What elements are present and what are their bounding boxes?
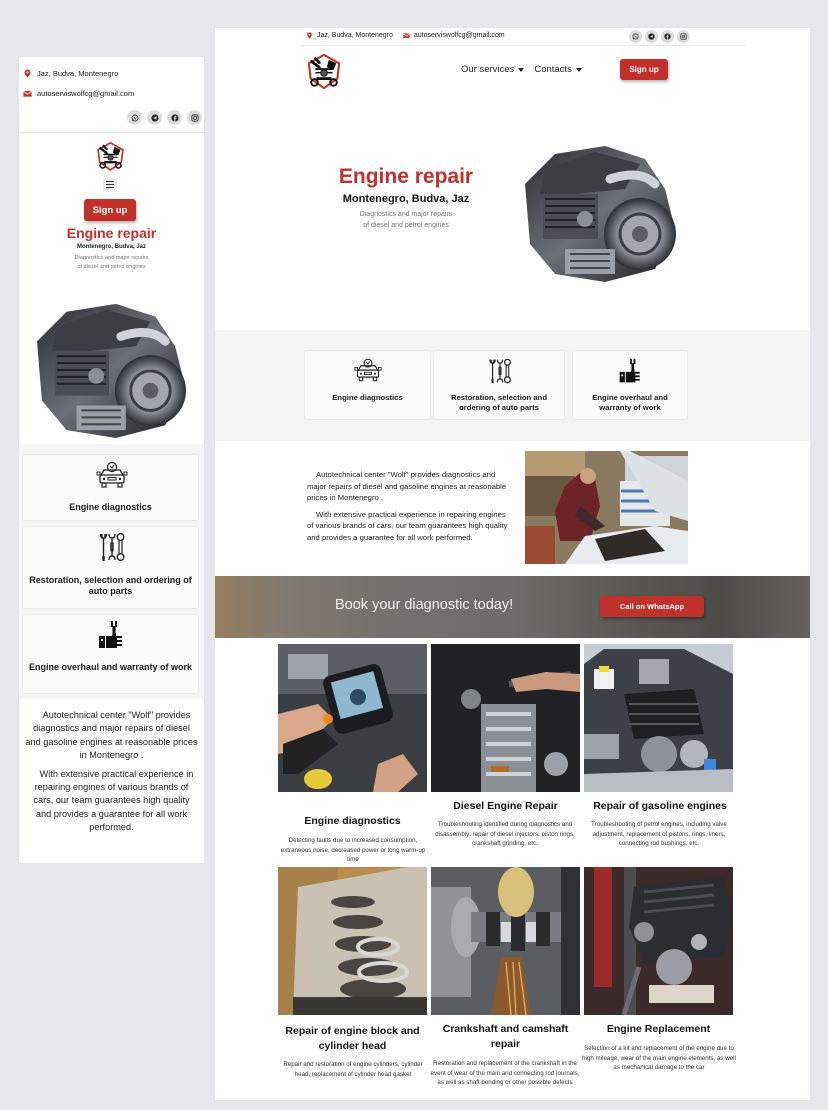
about-text: Autotechnical center "Wolf" provides dia… xyxy=(25,709,198,840)
service-description: Selection of a kit and replacement of th… xyxy=(582,1045,736,1071)
feature-card[interactable]: Engine overhaul and warranty of work xyxy=(572,350,688,420)
service-title: Repair of gasoline engines xyxy=(593,800,727,812)
contact-address: Jaz, Budva, Montenegro xyxy=(306,32,393,39)
service-image-crankshaft xyxy=(431,867,580,1015)
instagram-icon xyxy=(191,114,199,122)
service-description: Troubleshooting identified during diagno… xyxy=(435,821,575,847)
location-pin-icon xyxy=(306,32,313,39)
mail-icon xyxy=(403,32,410,39)
service-description: Troubleshooting of petrol engines, inclu… xyxy=(591,821,727,847)
caret-down-icon xyxy=(575,67,582,72)
service-description: Restoration and replacement of the crank… xyxy=(430,1060,580,1086)
contact-address: Jaz, Budva, Montenegro xyxy=(19,69,118,78)
signup-button[interactable]: Sign up xyxy=(84,199,136,221)
thumbs-up-wrench-icon xyxy=(96,620,128,650)
service-image-diagnostics xyxy=(278,644,427,792)
instagram-link[interactable] xyxy=(677,30,690,43)
contact-email[interactable]: autoserviswolfcg@gmail.com xyxy=(19,89,134,98)
engine-image xyxy=(36,303,186,439)
whatsapp-link[interactable] xyxy=(127,110,142,125)
feature-label: Engine diagnostics xyxy=(332,393,403,402)
hero-subtitle: Montenegro, Budva, Jaz xyxy=(342,193,470,205)
main-nav: Our services Contacts xyxy=(461,64,582,75)
service-title: Crankshaft and camshaft repair xyxy=(442,1023,569,1050)
service-image-engine-block xyxy=(278,867,427,1015)
whatsapp-icon xyxy=(131,114,139,122)
wolf-logo[interactable] xyxy=(305,52,343,90)
call-whatsapp-button[interactable]: Call on WhatsApp xyxy=(600,596,704,617)
facebook-link[interactable] xyxy=(167,110,182,125)
mobile-preview: Jaz, Budva, Montenegro autoserviswolfcg@… xyxy=(19,57,204,863)
feature-label: Engine diagnostics xyxy=(69,502,152,512)
service-title: Engine Replacement xyxy=(606,1023,711,1035)
wolf-logo[interactable] xyxy=(95,140,126,172)
caret-down-icon xyxy=(518,67,525,72)
about-text: Autotechnical center "Wolf" provides dia… xyxy=(307,469,512,549)
nav-contacts[interactable]: Contacts xyxy=(534,64,582,75)
hero-description: Diagnostics and major repairs of diesel … xyxy=(74,255,149,270)
feature-card[interactable]: Engine diagnostics xyxy=(304,350,431,420)
hero-description: Diagnostics and major repairs of diesel … xyxy=(359,211,453,229)
hero-title: Engine repair xyxy=(66,225,157,241)
hamburger-menu-icon[interactable] xyxy=(103,178,117,191)
email-link[interactable]: autoserviswolfcg@gmail.com xyxy=(37,89,134,98)
service-description: Repair and restoration of engine cylinde… xyxy=(283,1061,423,1078)
top-contact-bar: Jaz, Budva, Montenegro autoserviswolfcg@… xyxy=(306,28,505,42)
feature-label: Engine overhaul and warranty of work xyxy=(28,662,193,672)
about-paragraph-1: Autotechnical center "Wolf" provides dia… xyxy=(25,710,198,761)
wrenches-icon xyxy=(486,357,514,385)
car-diagnostics-icon xyxy=(96,461,128,491)
mechanic-photo xyxy=(525,451,688,564)
telegram-link[interactable] xyxy=(645,30,658,43)
facebook-link[interactable] xyxy=(661,30,674,43)
service-image-diesel xyxy=(431,644,580,792)
facebook-icon xyxy=(171,114,179,122)
nav-our-services[interactable]: Our services xyxy=(461,64,525,75)
about-paragraph-2: With extensive practical experience in r… xyxy=(307,509,508,542)
cta-text: Book your diagnostic today! xyxy=(335,597,514,613)
location-pin-icon xyxy=(23,69,32,78)
service-title: Diesel Engine Repair xyxy=(453,800,558,812)
about-paragraph-1: Autotechnical center "Wolf" provides dia… xyxy=(307,470,507,503)
feature-label: Restoration, selection and ordering of a… xyxy=(450,393,548,412)
feature-card[interactable]: Restoration, selection and ordering of a… xyxy=(433,350,565,420)
contact-email[interactable]: autoserviswolfcg@gmail.com xyxy=(403,32,505,39)
service-description: Detecting faults due to increased consum… xyxy=(280,837,426,863)
thumbs-up-wrench-icon xyxy=(617,357,645,385)
email-link[interactable]: autoserviswolfcg@gmail.com xyxy=(414,32,505,39)
service-image-replacement xyxy=(584,867,733,1015)
telegram-icon xyxy=(648,33,655,40)
wrenches-icon xyxy=(96,532,128,562)
whatsapp-icon xyxy=(632,33,639,40)
address-text: Jaz, Budva, Montenegro xyxy=(37,69,119,78)
mail-icon xyxy=(23,89,32,98)
instagram-link[interactable] xyxy=(187,110,202,125)
hero-subtitle: Montenegro, Budva, Jaz xyxy=(76,244,146,250)
feature-card[interactable]: Engine overhaul and warranty of work xyxy=(22,614,199,694)
facebook-icon xyxy=(664,33,671,40)
feature-label: Engine overhaul and warranty of work xyxy=(592,393,668,412)
whatsapp-link[interactable] xyxy=(629,30,642,43)
signup-button[interactable]: Sign up xyxy=(620,59,668,80)
feature-label: Restoration, selection and ordering of a… xyxy=(29,575,192,596)
feature-card[interactable]: Engine diagnostics xyxy=(22,454,199,521)
service-title: Repair of engine block and cylinder head xyxy=(285,1025,420,1052)
telegram-icon xyxy=(151,114,159,122)
hero-title: Engine repair xyxy=(338,165,474,188)
feature-card[interactable]: Restoration, selection and ordering of a… xyxy=(22,526,199,609)
divider xyxy=(19,132,204,133)
social-links xyxy=(629,30,690,43)
social-links xyxy=(127,110,202,125)
divider xyxy=(301,45,745,46)
cta-banner: Book your diagnostic today! Call on What… xyxy=(215,576,810,638)
service-title: Engine diagnostics xyxy=(304,815,401,827)
service-image-gasoline xyxy=(584,644,733,792)
about-paragraph-2: With extensive practical experience in r… xyxy=(33,768,194,833)
desktop-preview: Jaz, Budva, Montenegro autoserviswolfcg@… xyxy=(215,28,810,1100)
car-diagnostics-icon xyxy=(354,357,382,385)
telegram-link[interactable] xyxy=(147,110,162,125)
instagram-icon xyxy=(680,33,687,40)
engine-image xyxy=(525,146,676,282)
